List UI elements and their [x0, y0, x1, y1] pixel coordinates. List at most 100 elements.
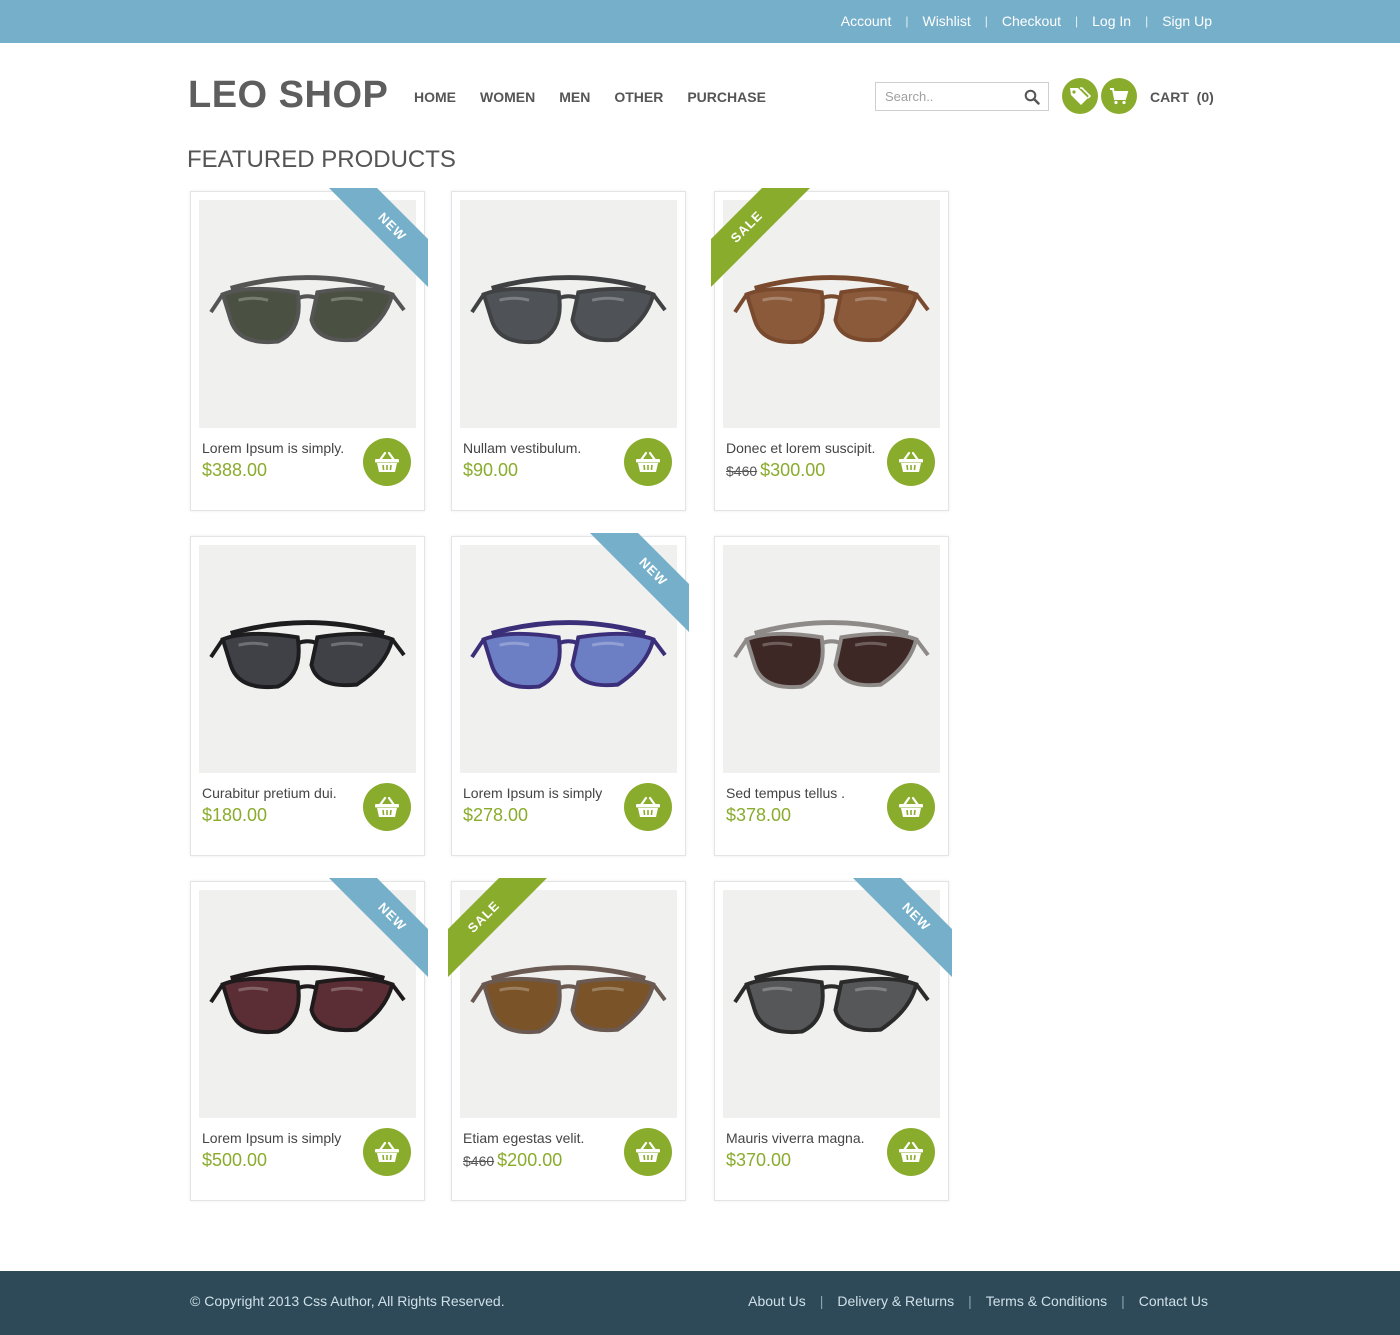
- product-card[interactable]: Nullam vestibulum. $90.00: [451, 191, 686, 511]
- product-name[interactable]: Curabitur pretium dui.: [202, 785, 337, 801]
- nav-women[interactable]: WOMEN: [480, 89, 535, 105]
- separator: |: [1121, 1293, 1125, 1309]
- basket-icon: [375, 451, 399, 472]
- separator: |: [1145, 14, 1149, 28]
- product-image[interactable]: [460, 200, 677, 428]
- product-name[interactable]: Etiam egestas velit.: [463, 1130, 584, 1146]
- basket-icon: [375, 796, 399, 817]
- sunglasses-image: [733, 620, 930, 690]
- product-image[interactable]: [199, 545, 416, 773]
- product-image[interactable]: [723, 545, 940, 773]
- product-name[interactable]: Donec et lorem suscipit.: [726, 440, 875, 456]
- footer-links: About Us | Delivery & Returns | Terms & …: [748, 1293, 1208, 1309]
- checkout-link[interactable]: Checkout: [1002, 13, 1061, 29]
- nav-home[interactable]: HOME: [414, 89, 456, 105]
- product-price: $90.00: [463, 460, 519, 480]
- product-name[interactable]: Sed tempus tellus .: [726, 785, 845, 801]
- product-name[interactable]: Mauris viverra magna.: [726, 1130, 865, 1146]
- product-name[interactable]: Lorem Ipsum is simply: [202, 1130, 341, 1146]
- product-name[interactable]: Lorem Ipsum is simply.: [202, 440, 344, 456]
- search-icon[interactable]: [1024, 89, 1040, 105]
- product-price: $180.00: [202, 805, 268, 825]
- badge-ribbon: NEW: [328, 878, 428, 978]
- add-to-cart-button[interactable]: [887, 1128, 935, 1176]
- product-card[interactable]: SALE Etiam egestas velit. $460 $200.00: [448, 878, 686, 1201]
- terms-conditions-link[interactable]: Terms & Conditions: [986, 1293, 1107, 1309]
- about-us-link[interactable]: About Us: [748, 1293, 806, 1309]
- separator: |: [905, 14, 909, 28]
- old-price: $460: [463, 1153, 495, 1169]
- contact-us-link[interactable]: Contact Us: [1139, 1293, 1208, 1309]
- add-to-cart-button[interactable]: [887, 438, 935, 486]
- badge-label: NEW: [328, 188, 428, 288]
- product-card[interactable]: NEW Lorem Ipsum is simply $500.00: [190, 878, 428, 1201]
- badge-ribbon: NEW: [589, 533, 689, 633]
- nav-men[interactable]: MEN: [559, 89, 590, 105]
- product-price: $500.00: [202, 1150, 268, 1170]
- main-nav: HOME WOMEN MEN OTHER PURCHASE: [414, 89, 790, 105]
- add-to-cart-button[interactable]: [624, 783, 672, 831]
- add-to-cart-button[interactable]: [363, 783, 411, 831]
- site-logo[interactable]: LEO SHOP: [188, 74, 388, 117]
- product-card[interactable]: NEW Lorem Ipsum is simply $278.00: [451, 533, 689, 856]
- search-input[interactable]: [876, 83, 1016, 110]
- badge-ribbon: SALE: [448, 878, 548, 978]
- separator: |: [968, 1293, 972, 1309]
- wishlist-link[interactable]: Wishlist: [922, 13, 970, 29]
- delivery-returns-link[interactable]: Delivery & Returns: [837, 1293, 954, 1309]
- basket-icon: [636, 451, 660, 472]
- account-link[interactable]: Account: [841, 13, 892, 29]
- sunglasses-image: [470, 275, 667, 345]
- basket-icon: [636, 796, 660, 817]
- badge-ribbon: NEW: [852, 878, 952, 978]
- product-price: $378.00: [726, 805, 792, 825]
- product-card[interactable]: NEW Mauris viverra magna. $370.00: [714, 878, 952, 1201]
- product-price-row: $180.00: [202, 805, 267, 826]
- old-price: $460: [726, 463, 758, 479]
- search-box: [875, 82, 1049, 111]
- product-price-row: $90.00: [463, 460, 518, 481]
- signup-link[interactable]: Sign Up: [1162, 13, 1212, 29]
- separator: |: [819, 1293, 824, 1309]
- product-price-row: $460 $300.00: [726, 460, 825, 481]
- product-card[interactable]: SALE Donec et lorem suscipit. $460 $300.00: [711, 188, 949, 511]
- badge-ribbon: NEW: [328, 188, 428, 288]
- top-bar: Account | Wishlist | Checkout | Log In |…: [0, 0, 1400, 43]
- basket-icon: [899, 1141, 923, 1162]
- sunglasses-image: [209, 620, 406, 690]
- add-to-cart-button[interactable]: [363, 438, 411, 486]
- product-price-row: $500.00: [202, 1150, 267, 1171]
- shopping-cart-icon: [1110, 88, 1129, 105]
- product-price-row: $370.00: [726, 1150, 791, 1171]
- add-to-cart-button[interactable]: [363, 1128, 411, 1176]
- nav-purchase[interactable]: PURCHASE: [687, 89, 766, 105]
- top-links: Account | Wishlist | Checkout | Log In |…: [841, 13, 1212, 29]
- badge-label: SALE: [711, 188, 811, 288]
- add-to-cart-button[interactable]: [624, 1128, 672, 1176]
- add-to-cart-button[interactable]: [887, 783, 935, 831]
- product-card[interactable]: Curabitur pretium dui. $180.00: [190, 536, 425, 856]
- product-price: $300.00: [760, 460, 826, 480]
- section-title: FEATURED PRODUCTS: [187, 146, 456, 173]
- cart-summary[interactable]: CART (0): [1150, 89, 1214, 105]
- cart-label: CART: [1150, 89, 1189, 105]
- badge-label: NEW: [589, 533, 689, 633]
- tags-button[interactable]: [1062, 78, 1098, 114]
- nav-other[interactable]: OTHER: [614, 89, 663, 105]
- product-card[interactable]: NEW Lorem Ipsum is simply. $388.00: [190, 188, 428, 511]
- badge-label: NEW: [852, 878, 952, 978]
- product-price-row: $378.00: [726, 805, 791, 826]
- badge-label: SALE: [448, 878, 548, 978]
- copyright-text: © Copyright 2013 Css Author, All Rights …: [190, 1293, 505, 1309]
- basket-icon: [375, 1141, 399, 1162]
- product-card[interactable]: Sed tempus tellus . $378.00: [714, 536, 949, 856]
- cart-button[interactable]: [1101, 78, 1137, 114]
- product-name[interactable]: Lorem Ipsum is simply: [463, 785, 602, 801]
- add-to-cart-button[interactable]: [624, 438, 672, 486]
- product-name[interactable]: Nullam vestibulum.: [463, 440, 581, 456]
- product-price-row: $278.00: [463, 805, 528, 826]
- separator: |: [984, 14, 988, 28]
- basket-icon: [899, 451, 923, 472]
- login-link[interactable]: Log In: [1092, 13, 1131, 29]
- product-price: $278.00: [463, 805, 529, 825]
